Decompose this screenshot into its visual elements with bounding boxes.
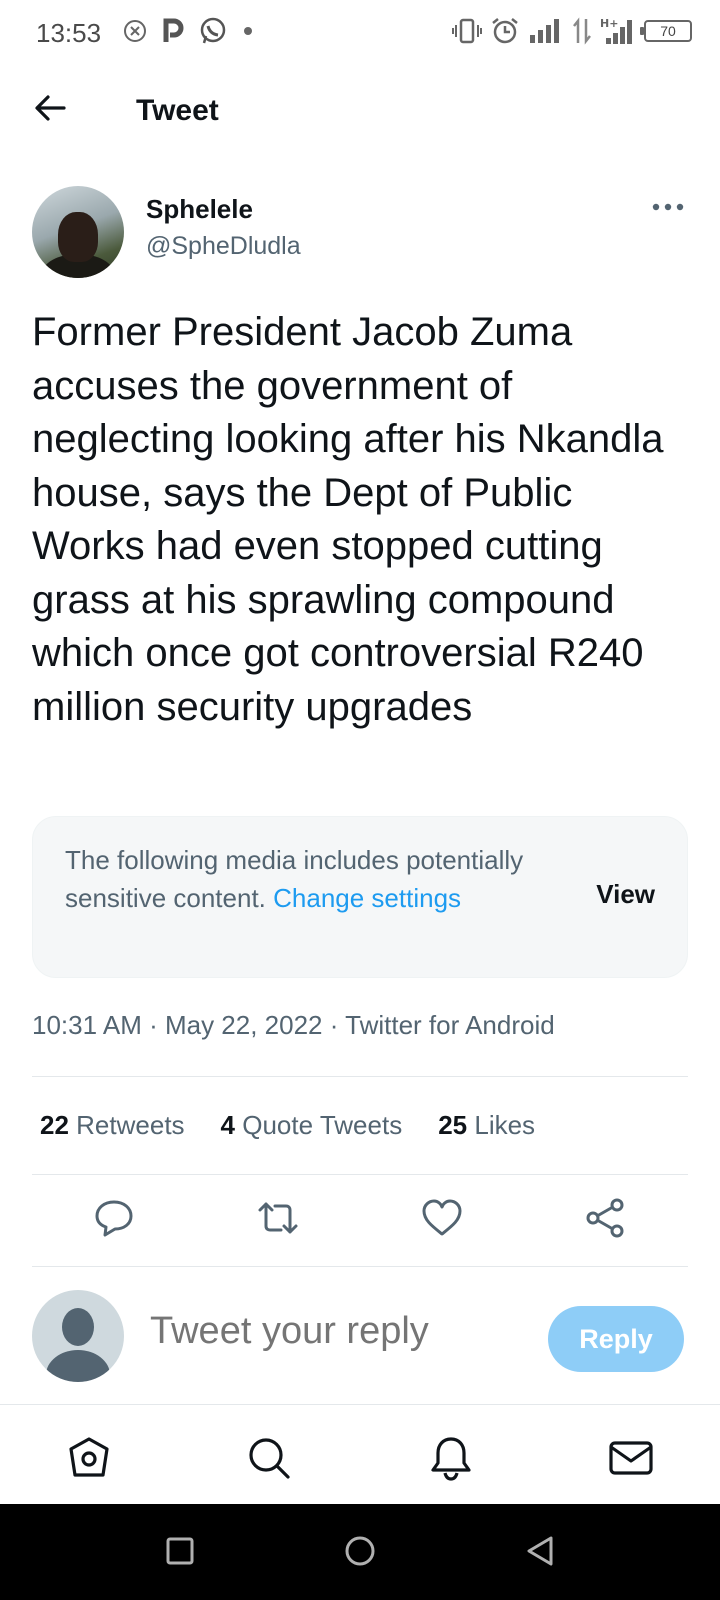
reply-composer: Reply [0, 1290, 720, 1386]
my-avatar [32, 1290, 124, 1382]
sensitive-notice-text: The following media includes potentially… [65, 841, 545, 917]
page-title: Tweet [136, 94, 219, 127]
reply-icon[interactable] [92, 1196, 136, 1240]
share-icon[interactable] [584, 1196, 628, 1240]
vibrate-icon [452, 18, 482, 44]
dot-icon [244, 27, 252, 35]
avatar-head [62, 1308, 94, 1346]
top-bar: Tweet [0, 66, 720, 156]
notifications-icon[interactable] [428, 1435, 474, 1481]
status-time: 13:53 [36, 18, 102, 48]
more-options-icon[interactable] [648, 194, 688, 220]
retweets-stat[interactable]: 22 Retweets [40, 1110, 185, 1141]
reply-input[interactable] [150, 1310, 530, 1353]
hplus-signal-icon: H+ [600, 17, 632, 44]
tweet-stats: 22 Retweets 4 Quote Tweets 25 Likes [40, 1110, 535, 1141]
reply-button[interactable]: Reply [548, 1306, 684, 1372]
likes-count: 25 [438, 1110, 468, 1140]
like-icon[interactable] [420, 1196, 464, 1240]
signal-icon [530, 19, 559, 43]
status-right-icons: H+ 70 [452, 16, 692, 46]
author-display-name[interactable]: Sphelele [146, 194, 253, 225]
home-circle-icon[interactable] [343, 1534, 377, 1568]
quotes-label: Quote Tweets [242, 1110, 403, 1140]
svg-text:H+: H+ [600, 17, 618, 30]
avatar[interactable] [32, 186, 124, 278]
p-app-icon [163, 18, 184, 42]
likes-stat[interactable]: 25 Likes [438, 1110, 535, 1141]
likes-label: Likes [474, 1110, 536, 1140]
bottom-nav [0, 1404, 720, 1504]
tweet-meta: 10:31 AM · May 22, 2022 · Twitter for An… [32, 1010, 555, 1040]
sensitive-media-notice: The following media includes potentially… [32, 816, 688, 978]
messages-icon[interactable] [608, 1435, 654, 1481]
view-media-button[interactable]: View [596, 879, 655, 910]
quotes-stat[interactable]: 4 Quote Tweets [221, 1110, 403, 1141]
battery-icon: 70 [640, 20, 692, 42]
retweets-count: 22 [40, 1110, 69, 1140]
divider [32, 1076, 688, 1077]
alarm-icon [492, 18, 518, 44]
status-left-icons [122, 16, 254, 46]
avatar-face [58, 212, 98, 262]
home-icon[interactable] [66, 1435, 112, 1481]
search-icon[interactable] [246, 1435, 292, 1481]
recents-icon[interactable] [163, 1534, 197, 1568]
tweet-author: Sphelele @SpheDludla [32, 186, 688, 280]
tweet-actions [0, 1196, 720, 1246]
back-triangle-icon[interactable] [523, 1534, 557, 1568]
divider [32, 1174, 688, 1175]
quotes-count: 4 [220, 1110, 236, 1140]
retweets-label: Retweets [76, 1110, 185, 1140]
retweet-icon[interactable] [256, 1196, 300, 1240]
close-circle-icon [124, 20, 146, 42]
back-arrow-icon[interactable] [30, 88, 70, 128]
status-bar: 13:53 H+ 70 [0, 0, 720, 66]
tweet-text: Former President Jacob Zuma accuses the … [32, 310, 664, 729]
divider [32, 1266, 688, 1267]
change-settings-link[interactable]: Change settings [273, 883, 461, 913]
avatar-body [46, 1350, 110, 1382]
system-nav-bar [0, 1504, 720, 1600]
data-arrows-icon [573, 17, 591, 45]
whatsapp-icon [200, 17, 226, 44]
author-handle[interactable]: @SpheDludla [146, 232, 301, 261]
